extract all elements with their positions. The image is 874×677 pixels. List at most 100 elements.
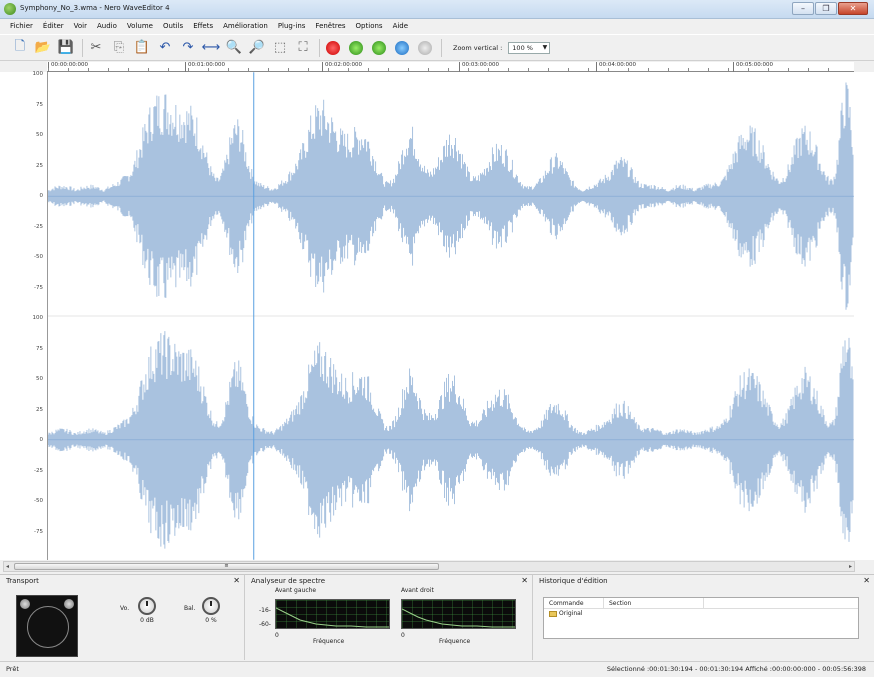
waveform-area[interactable]: 100 75 50 25 0 -25 -50 -75 100 75 50 25 0 -25 -50 -75	[0, 71, 874, 560]
menu-editer[interactable]: Éditer	[38, 20, 69, 33]
turntable-knob-icon	[64, 599, 74, 609]
timeline-minor-tick	[568, 68, 569, 71]
paste-icon[interactable]: 📋	[132, 38, 152, 58]
zoom-select-icon[interactable]: ⬚	[270, 38, 290, 58]
timeline-minor-tick	[308, 68, 309, 71]
amplitude-label: -25	[34, 223, 43, 230]
open-folder-icon[interactable]: 📂	[33, 38, 53, 58]
volume-value: 0 dB	[140, 617, 154, 624]
timeline-minor-tick	[808, 68, 809, 71]
loop-icon[interactable]	[392, 38, 412, 58]
column-command[interactable]: Commande	[544, 598, 604, 608]
balance-side-label: Bal.	[184, 605, 196, 612]
timeline-minor-tick	[328, 68, 329, 71]
close-button[interactable]: ✕	[838, 2, 868, 15]
copy-icon[interactable]: ⎘	[109, 38, 129, 58]
close-icon[interactable]: ✕	[233, 575, 240, 587]
amplitude-label: 50	[36, 132, 43, 138]
timeline-minor-tick	[48, 68, 49, 71]
timeline-minor-tick	[268, 68, 269, 71]
waveform-right-margin	[854, 72, 874, 560]
minimize-button[interactable]: –	[792, 2, 814, 15]
amplitude-label: 75	[36, 101, 43, 108]
balance-knob[interactable]	[202, 597, 220, 615]
close-icon[interactable]: ✕	[863, 575, 870, 587]
menu-outils[interactable]: Outils	[158, 20, 188, 33]
spectrum-x-zero: 0	[401, 632, 405, 639]
spectrum-header: Analyseur de spectre ✕	[245, 575, 532, 587]
balance-value: 0 %	[205, 617, 217, 624]
waveform-plot[interactable]	[47, 72, 854, 560]
channel-waveform	[48, 82, 854, 310]
right-channel-label: Avant droit	[401, 587, 434, 594]
column-section[interactable]: Section	[604, 598, 704, 608]
amplitude-label: -75	[34, 284, 43, 291]
menu-fenetres[interactable]: Fenêtres	[310, 20, 350, 33]
volume-knob[interactable]	[138, 597, 156, 615]
timeline-minor-tick	[108, 68, 109, 71]
timeline-ruler[interactable]: 00:00:00:000 00:01:00:000 00:02:00:000 00:0…	[47, 62, 854, 72]
zoom-out-icon[interactable]: 🔎	[247, 38, 267, 58]
history-row[interactable]: Original	[544, 609, 858, 619]
amplitude-label: 25	[36, 162, 43, 169]
menu-fichier[interactable]: Fichier	[5, 20, 38, 33]
spectrum-y-bottom: -60-	[259, 621, 271, 628]
history-header: Historique d'édition ✕	[533, 575, 874, 587]
timeline-minor-tick	[188, 68, 189, 71]
scroll-right-icon[interactable]: ▸	[849, 562, 852, 571]
timeline-minor-tick	[88, 68, 89, 71]
new-file-icon[interactable]: 🗋	[10, 38, 30, 58]
play-selection-icon[interactable]	[369, 38, 389, 58]
app-window: Symphony_No_3.wma - Nero WaveEditor 4 – …	[0, 0, 874, 676]
timeline-minor-tick	[488, 68, 489, 71]
undo-icon[interactable]: ↶	[155, 38, 175, 58]
timeline-minor-tick	[248, 68, 249, 71]
frequency-label: Fréquence	[439, 638, 471, 645]
menu-voir[interactable]: Voir	[69, 20, 92, 33]
amplitude-label: 75	[36, 345, 43, 352]
save-icon[interactable]: 💾	[56, 38, 76, 58]
scroll-left-icon[interactable]: ◂	[6, 562, 9, 571]
chevron-down-icon: ▼	[542, 43, 548, 51]
scrollbar-thumb[interactable]: ≡	[14, 563, 439, 570]
timeline-tick: 00:01:00:000	[185, 62, 225, 72]
menu-aide[interactable]: Aide	[388, 20, 413, 33]
menu-effets[interactable]: Effets	[188, 20, 218, 33]
play-icon[interactable]	[346, 38, 366, 58]
horizontal-scrollbar[interactable]: ◂ ≡ ▸	[3, 561, 855, 572]
spectrum-right-channel: Avant droit 0 Fréquence	[371, 587, 516, 645]
timeline-minor-tick	[368, 68, 369, 71]
stop-icon[interactable]	[415, 38, 435, 58]
menu-plugins[interactable]: Plug-ins	[273, 20, 311, 33]
zoom-in-icon[interactable]: 🔍	[224, 38, 244, 58]
timeline-minor-tick	[768, 68, 769, 71]
transport-title: Transport	[6, 577, 39, 585]
maximize-button[interactable]: ❐	[815, 2, 837, 15]
redo-icon[interactable]: ↷	[178, 38, 198, 58]
cut-icon[interactable]: ✂	[86, 38, 106, 58]
close-icon[interactable]: ✕	[521, 575, 528, 587]
menu-volume[interactable]: Volume	[122, 20, 158, 33]
volume-control: Vo. 0 dB	[120, 597, 156, 624]
timeline-minor-tick	[728, 68, 729, 71]
title-bar: Symphony_No_3.wma - Nero WaveEditor 4 – …	[0, 0, 874, 19]
zoom-vertical-select[interactable]: 100 % ▼	[508, 41, 551, 54]
timeline-minor-tick	[228, 68, 229, 71]
menu-audio[interactable]: Audio	[92, 20, 122, 33]
spectrum-x-zero: 0	[275, 632, 279, 639]
menu-amelioration[interactable]: Amélioration	[218, 20, 273, 33]
timeline-minor-tick	[688, 68, 689, 71]
timeline-minor-tick	[388, 68, 389, 71]
record-icon[interactable]	[323, 38, 343, 58]
timeline-tick: 00:04:00:000	[596, 62, 636, 72]
timeline-minor-tick	[128, 68, 129, 71]
menu-bar: Fichier Éditer Voir Audio Volume Outils …	[0, 20, 874, 33]
zoom-full-icon[interactable]: ⛶	[293, 38, 313, 58]
timeline-minor-tick	[748, 68, 749, 71]
fit-icon[interactable]: ⟷	[201, 38, 221, 58]
timeline-minor-tick	[828, 68, 829, 71]
spectrum-right-display	[401, 599, 516, 629]
spectrum-analyzer-panel: Analyseur de spectre ✕ Avant gauche -16-…	[244, 574, 532, 660]
timeline-minor-tick	[528, 68, 529, 71]
menu-options[interactable]: Options	[351, 20, 388, 33]
